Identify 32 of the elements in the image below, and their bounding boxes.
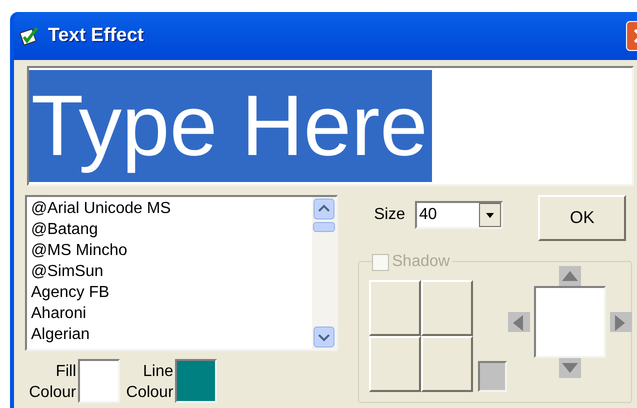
- font-list-item[interactable]: @Batang: [31, 219, 312, 240]
- shadow-preview: [534, 286, 606, 358]
- font-list-item[interactable]: Agency FB: [31, 282, 312, 303]
- size-label: Size: [374, 205, 406, 225]
- scroll-thumb[interactable]: [313, 222, 335, 232]
- preview-text: Type Here: [29, 70, 432, 182]
- colour-swatch[interactable]: [78, 359, 120, 403]
- font-list-item[interactable]: Algerian: [31, 324, 312, 345]
- window-title: Text Effect: [48, 24, 144, 48]
- preview-field[interactable]: Type Here: [27, 66, 634, 186]
- shadow-position-button[interactable]: [420, 280, 473, 336]
- font-list-item[interactable]: Aharoni: [31, 303, 312, 324]
- colour-label: Colour: [126, 383, 174, 403]
- shadow-label: Shadow: [392, 252, 450, 272]
- shadow-position-button[interactable]: [420, 336, 473, 392]
- shadow-position-button[interactable]: [369, 336, 421, 392]
- ok-button[interactable]: OK: [538, 195, 626, 241]
- shadow-position-button[interactable]: [369, 280, 421, 336]
- scrollbar[interactable]: [312, 197, 336, 349]
- size-value: 40: [418, 205, 438, 225]
- colour-label: Colour: [29, 383, 76, 403]
- size-dropdown[interactable]: 40: [415, 201, 504, 229]
- scroll-up-icon[interactable]: [313, 198, 335, 220]
- dropdown-arrow-icon[interactable]: [479, 203, 502, 227]
- colour-swatch[interactable]: [175, 359, 218, 403]
- colour-label: Fill: [56, 362, 76, 382]
- colour-label: Line: [143, 362, 174, 382]
- scroll-down-icon[interactable]: [313, 326, 335, 348]
- font-list-item[interactable]: @SimSun: [31, 261, 312, 282]
- font-list-item[interactable]: @Arial Unicode MS: [31, 198, 312, 219]
- shadow-colour-swatch[interactable]: [478, 361, 507, 392]
- font-list-item[interactable]: @MS Mincho: [31, 240, 312, 261]
